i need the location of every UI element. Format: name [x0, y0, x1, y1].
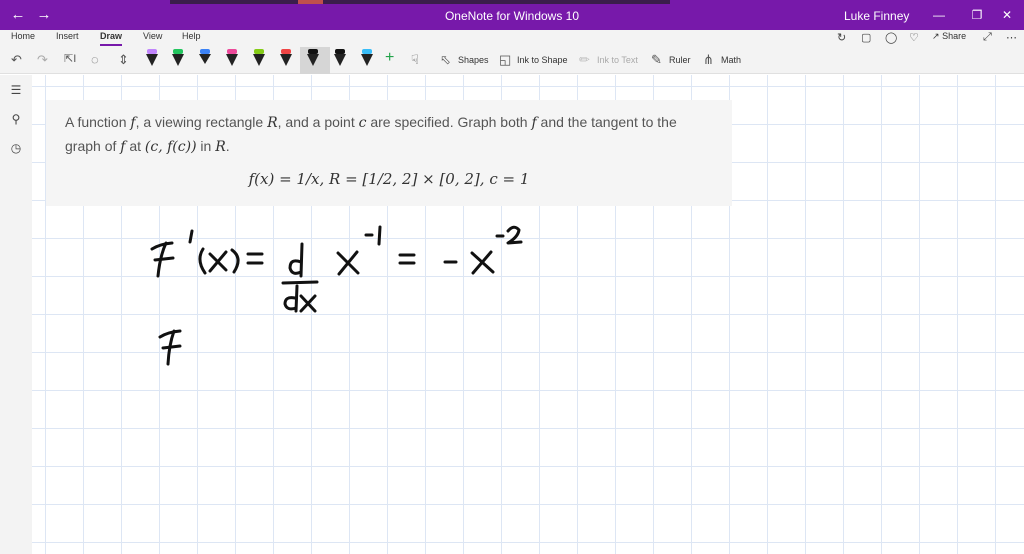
share-icon: ↗	[932, 31, 940, 41]
pen-9[interactable]	[360, 48, 374, 72]
recent-clock-icon[interactable]: ◷	[9, 141, 23, 155]
close-button[interactable]: ✕	[992, 5, 1022, 25]
tab-view[interactable]: View	[143, 31, 162, 41]
touch-draw-icon[interactable]: ☟	[411, 52, 419, 68]
notebooks-icon[interactable]: ☰	[9, 83, 23, 97]
ink-to-text-button: Ink to Text	[597, 55, 638, 65]
lasso-add-icon[interactable]: ◌	[91, 52, 99, 67]
ruler-button[interactable]: Ruler	[669, 55, 691, 65]
search-icon[interactable]: ⚲	[9, 112, 23, 126]
pen-tip-icon	[307, 54, 319, 66]
ink-to-text-icon: ✏	[579, 52, 590, 67]
problem-formula: f(x) = 1/x, R = [1/2, 2] × [0, 2], c = 1	[248, 170, 530, 188]
math-R: R	[267, 115, 278, 131]
problem-text-span: in	[196, 138, 216, 154]
fullscreen-icon[interactable]: ⤢	[983, 31, 992, 44]
problem-text-span: at	[125, 138, 145, 154]
pen-7[interactable]	[306, 48, 320, 72]
pen-tip-icon	[280, 54, 292, 66]
taskbar-segment	[298, 0, 323, 4]
page-icon[interactable]: ▢	[861, 31, 871, 44]
sync-icon[interactable]: ↻	[837, 31, 846, 44]
pen-tip-icon	[199, 54, 211, 64]
undo-icon[interactable]: ↶	[11, 52, 22, 68]
shapes-button[interactable]: Shapes	[458, 55, 489, 65]
menu-bar: Home Insert Draw View Help ↻ ▢ ◯ ♡ ↗ Sha…	[0, 30, 1024, 46]
add-pen-icon[interactable]: +	[385, 49, 394, 67]
restore-button[interactable]: ❐	[962, 5, 992, 25]
tab-insert[interactable]: Insert	[56, 31, 79, 41]
ruler-icon[interactable]: ✎	[651, 52, 662, 68]
problem-text-span: .	[225, 138, 230, 154]
highlighter-3[interactable]	[198, 48, 212, 72]
problem-text-span: A function	[65, 114, 131, 130]
draw-ribbon: ↶ ↷ ⇱I ◌ ⇕ + ☟ ⬁ Shapes ◱ Ink to Shape ✏…	[0, 46, 1024, 74]
problem-text-span: , a viewing rectangle	[135, 114, 268, 130]
ink-to-shape-button[interactable]: Ink to Shape	[517, 55, 568, 65]
pen-2[interactable]	[171, 48, 185, 72]
tab-home[interactable]: Home	[11, 31, 35, 41]
left-nav-rail: ☰ ⚲ ◷	[0, 75, 32, 554]
lightbulb-icon[interactable]: ◯	[885, 31, 897, 44]
pen-tip-icon	[253, 54, 265, 66]
tab-help[interactable]: Help	[182, 31, 201, 41]
shapes-icon[interactable]: ⬁	[440, 52, 451, 68]
problem-text-span: and the tangent to the	[536, 114, 677, 130]
share-button[interactable]: ↗ Share	[932, 31, 966, 42]
problem-statement: A function f, a viewing rectangle R, and…	[46, 100, 732, 206]
pen-tip-icon	[361, 54, 373, 66]
problem-text-span: graph of	[65, 138, 121, 154]
minimize-button[interactable]: —	[924, 5, 954, 25]
math-R: R	[215, 139, 226, 155]
title-bar: ← → OneNote for Windows 10 Luke Finney —…	[0, 0, 1024, 30]
user-name[interactable]: Luke Finney	[844, 9, 909, 23]
pen-tip-icon	[334, 54, 346, 66]
problem-text-span: are specified. Graph both	[366, 114, 532, 130]
redo-icon[interactable]: ↷	[37, 52, 48, 68]
math-icon[interactable]: ⋔	[703, 52, 714, 68]
share-label: Share	[942, 31, 967, 41]
pen-1[interactable]	[145, 48, 159, 72]
pen-tip-icon	[172, 54, 184, 66]
add-space-icon[interactable]: ⇕	[118, 52, 129, 68]
problem-text-span: , and a point	[277, 114, 359, 130]
pen-tip-icon	[146, 54, 158, 66]
pen-6[interactable]	[279, 48, 293, 72]
pen-5[interactable]	[252, 48, 266, 72]
math-button[interactable]: Math	[721, 55, 741, 65]
pen-tip-icon	[226, 54, 238, 66]
math-point: (c, f(c))	[144, 139, 197, 155]
bell-icon[interactable]: ♡	[909, 31, 919, 44]
more-icon[interactable]: ⋯	[1006, 31, 1017, 44]
lasso-select-icon[interactable]: ⇱I	[64, 52, 76, 65]
pen-8[interactable]	[333, 48, 347, 72]
taskbar-strip	[170, 0, 670, 4]
pen-4[interactable]	[225, 48, 239, 72]
ink-to-shape-icon[interactable]: ◱	[499, 52, 511, 68]
tab-draw[interactable]: Draw	[100, 31, 122, 41]
problem-text: A function f, a viewing rectangle R, and…	[65, 111, 735, 159]
